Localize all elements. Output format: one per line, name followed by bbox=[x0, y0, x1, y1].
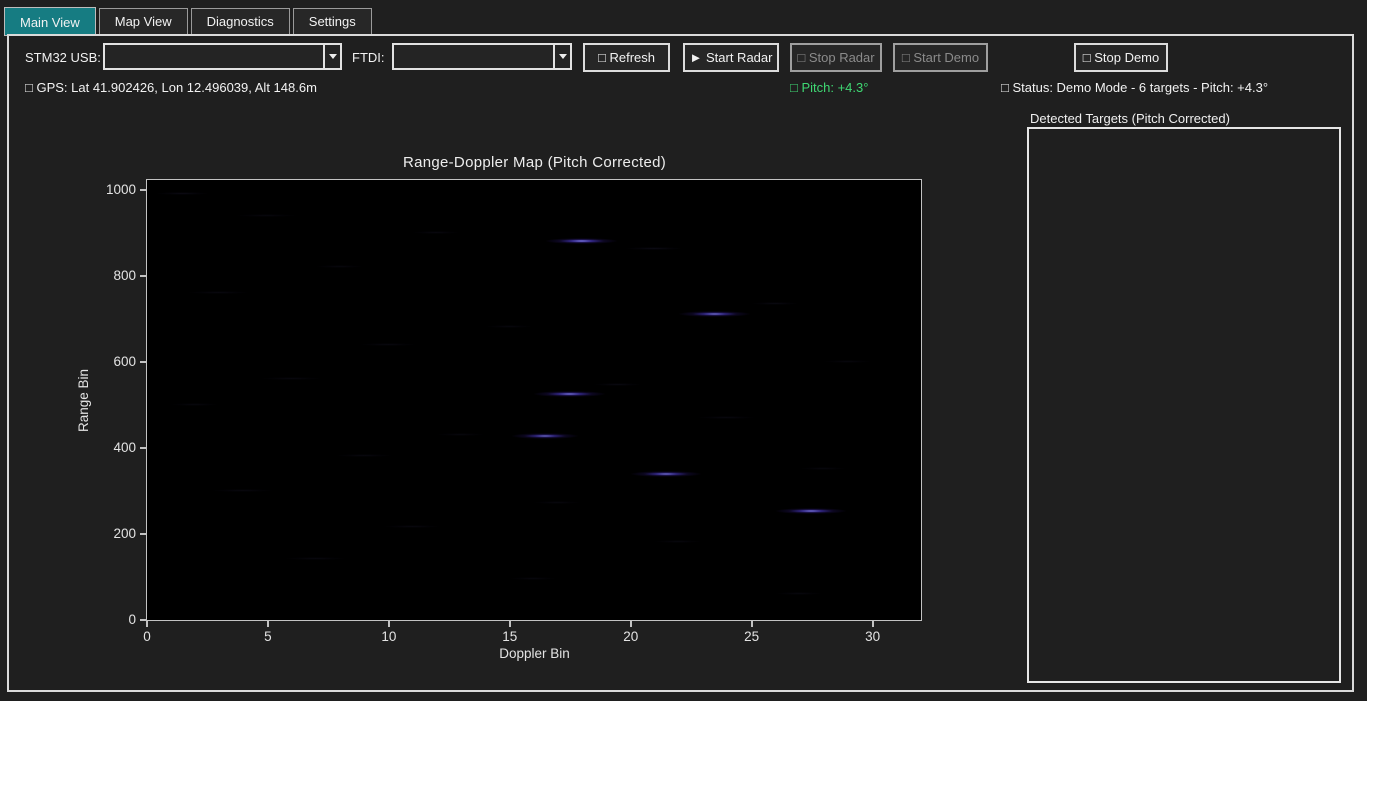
noise-streak bbox=[235, 214, 298, 217]
x-tick-label: 25 bbox=[732, 629, 772, 644]
ftdi-combo-dropdown-button[interactable] bbox=[553, 45, 570, 68]
noise-streak bbox=[187, 291, 250, 294]
y-axis-label: Range Bin bbox=[76, 300, 91, 500]
ftdi-label: FTDI: bbox=[352, 50, 385, 65]
demo-status: □ Status: Demo Mode - 6 targets - Pitch:… bbox=[1001, 80, 1268, 95]
chevron-down-icon bbox=[329, 54, 337, 59]
x-tick-label: 5 bbox=[248, 629, 288, 644]
x-tick-mark bbox=[630, 621, 632, 627]
noise-streak bbox=[485, 325, 533, 328]
stm32-combo-dropdown-button[interactable] bbox=[323, 45, 340, 68]
y-tick-mark bbox=[140, 533, 146, 535]
stop-radar-button[interactable]: □ Stop Radar bbox=[790, 43, 882, 72]
noise-streak bbox=[359, 343, 417, 346]
ftdi-combo[interactable] bbox=[392, 43, 572, 70]
start-demo-button[interactable]: □ Start Demo bbox=[893, 43, 988, 72]
y-tick-label: 1000 bbox=[94, 182, 136, 197]
y-tick-label: 200 bbox=[94, 526, 136, 541]
x-tick-mark bbox=[872, 621, 874, 627]
target-streak bbox=[775, 508, 848, 514]
chevron-down-icon bbox=[559, 54, 567, 59]
target-streak bbox=[545, 238, 618, 244]
noise-streak bbox=[383, 525, 441, 528]
stm32-usb-combo[interactable] bbox=[103, 43, 342, 70]
noise-streak bbox=[625, 247, 683, 250]
target-streak bbox=[511, 433, 579, 439]
y-tick-mark bbox=[140, 189, 146, 191]
y-tick-label: 400 bbox=[94, 440, 136, 455]
y-tick-mark bbox=[140, 275, 146, 277]
noise-streak bbox=[509, 577, 557, 580]
noise-streak bbox=[697, 416, 755, 419]
x-tick-mark bbox=[388, 621, 390, 627]
x-axis-label: Doppler Bin bbox=[147, 646, 922, 661]
noise-streak bbox=[412, 231, 460, 234]
targets-group-box: Track IDRange (m)Velocity (m/s)Azimuth (… bbox=[1027, 127, 1341, 683]
y-tick-label: 0 bbox=[94, 612, 136, 627]
noise-streak bbox=[436, 433, 484, 436]
x-tick-label: 0 bbox=[127, 629, 167, 644]
noise-streak bbox=[284, 557, 347, 560]
x-tick-label: 20 bbox=[611, 629, 651, 644]
noise-streak bbox=[799, 467, 847, 470]
noise-streak bbox=[751, 302, 799, 305]
x-tick-mark bbox=[751, 621, 753, 627]
targets-panel-title: Detected Targets (Pitch Corrected) bbox=[1030, 111, 1230, 126]
x-tick-label: 10 bbox=[369, 629, 409, 644]
noise-streak bbox=[654, 540, 702, 543]
noise-streak bbox=[315, 265, 363, 268]
x-tick-mark bbox=[509, 621, 511, 627]
noise-streak bbox=[533, 501, 581, 504]
tab-bar: Main ViewMap ViewDiagnosticsSettings bbox=[4, 5, 375, 36]
y-tick-mark bbox=[140, 361, 146, 363]
x-tick-mark bbox=[267, 621, 269, 627]
target-streak bbox=[533, 391, 606, 397]
range-doppler-plot[interactable] bbox=[146, 179, 922, 621]
tab-map-view[interactable]: Map View bbox=[99, 8, 188, 36]
y-tick-label: 600 bbox=[94, 354, 136, 369]
noise-streak bbox=[593, 383, 641, 386]
start-radar-button[interactable]: ► Start Radar bbox=[683, 43, 779, 72]
tab-diagnostics[interactable]: Diagnostics bbox=[191, 8, 290, 36]
tab-settings[interactable]: Settings bbox=[293, 8, 372, 36]
noise-streak bbox=[156, 192, 209, 195]
y-tick-mark bbox=[140, 447, 146, 449]
refresh-button[interactable]: □ Refresh bbox=[583, 43, 670, 72]
x-tick-label: 15 bbox=[490, 629, 530, 644]
stm32-usb-label: STM32 USB: bbox=[25, 50, 101, 65]
stop-demo-button[interactable]: □ Stop Demo bbox=[1074, 43, 1168, 72]
x-tick-label: 30 bbox=[853, 629, 893, 644]
noise-streak bbox=[211, 489, 274, 492]
x-tick-mark bbox=[146, 621, 148, 627]
app-window: Main ViewMap ViewDiagnosticsSettings STM… bbox=[0, 0, 1367, 701]
noise-streak bbox=[823, 360, 871, 363]
target-streak bbox=[678, 311, 751, 317]
noise-streak bbox=[335, 454, 393, 457]
gps-status: □ GPS: Lat 41.902426, Lon 12.496039, Alt… bbox=[25, 80, 317, 95]
plot-title: Range-Doppler Map (Pitch Corrected) bbox=[147, 154, 922, 171]
noise-streak bbox=[775, 592, 823, 595]
noise-streak bbox=[260, 377, 323, 380]
target-streak bbox=[630, 471, 703, 477]
pitch-status: □ Pitch: +4.3° bbox=[790, 80, 868, 95]
y-tick-label: 800 bbox=[94, 268, 136, 283]
noise-streak bbox=[170, 403, 218, 406]
tab-main-view[interactable]: Main View bbox=[4, 7, 96, 36]
